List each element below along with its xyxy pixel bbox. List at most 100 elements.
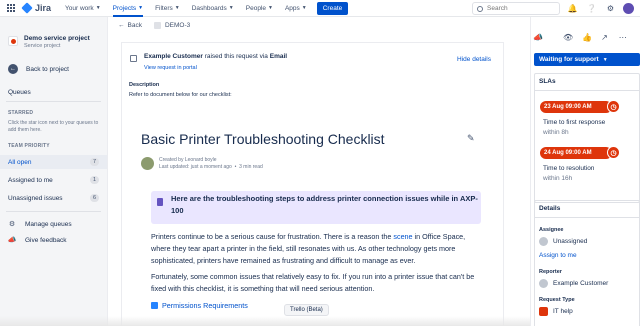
- hide-details-link[interactable]: Hide details: [457, 56, 491, 63]
- divider: [535, 90, 639, 91]
- notifications-icon[interactable]: 🔔: [566, 2, 579, 15]
- share-icon[interactable]: ↗: [601, 33, 608, 42]
- nav-people[interactable]: People ▼: [246, 0, 273, 17]
- created-by: Created by Leonard boyle: [159, 157, 217, 163]
- queue-unassigned-issues[interactable]: Unassigned issues 6: [0, 191, 107, 205]
- reporter-field[interactable]: Example Customer: [539, 279, 608, 288]
- megaphone-icon: 📣: [7, 237, 17, 244]
- queue-count: 7: [89, 158, 99, 166]
- note-text: Here are the troubleshooting steps to ad…: [171, 194, 478, 215]
- channel-name: Email: [269, 53, 288, 60]
- arrow-left-icon[interactable]: ←: [118, 22, 125, 29]
- nav-label: Projects: [112, 4, 137, 12]
- top-navigation: Jira Your work ▼ Projects ▼ Filters ▼ Dashb…: [0, 0, 640, 17]
- queue-all-open[interactable]: All open 7: [0, 155, 107, 169]
- megaphone-icon[interactable]: 📣: [533, 33, 543, 42]
- back-label: Back to project: [26, 65, 69, 73]
- help-icon[interactable]: ❔: [585, 2, 598, 15]
- breadcrumb: ← Back DEMO-3: [118, 22, 190, 29]
- logo-text: Jira: [35, 3, 52, 13]
- nav-label: Apps: [284, 4, 300, 12]
- issue-main-panel: Example Customer raised this request via…: [121, 42, 504, 326]
- paragraph-1: Printers continue to be a serious cause …: [151, 231, 483, 267]
- paragraph-2: Fortunately, some common issues that rel…: [151, 272, 475, 293]
- view-in-portal-link[interactable]: View request in portal: [144, 65, 287, 71]
- reporter-label: Reporter: [539, 269, 562, 275]
- para-text: Printers continue to be a serious cause …: [151, 232, 394, 241]
- request-summary: Example Customer raised this request via…: [144, 53, 287, 60]
- permissions-requirements-link[interactable]: Permissions Requirements: [151, 301, 248, 310]
- starred-heading: STARRED: [8, 110, 34, 116]
- request-type-value: IT help: [553, 308, 573, 315]
- nav-label: People: [245, 4, 266, 12]
- chevron-down-icon: ▼: [268, 5, 273, 11]
- status-button[interactable]: Waiting for support ▼: [534, 53, 640, 66]
- queue-assigned-to-me[interactable]: Assigned to me 1: [0, 173, 107, 187]
- page-icon: [151, 302, 158, 309]
- give-feedback-link[interactable]: 📣 Give feedback: [7, 236, 107, 245]
- raised-text: raised this request via: [202, 53, 270, 60]
- app-switcher-icon[interactable]: [7, 3, 16, 13]
- search-icon: [477, 5, 483, 12]
- back-link[interactable]: Back: [128, 22, 142, 29]
- sla-badge: 23 Aug 09:00 AM ◷: [540, 100, 620, 113]
- sla-within: within 8h: [543, 129, 569, 136]
- sla-name: Time to first response: [543, 119, 606, 126]
- updated-line: Last updated: just a moment ago • 3 min …: [159, 164, 263, 170]
- queue-label: Unassigned issues: [8, 194, 63, 202]
- create-button[interactable]: Create: [316, 1, 349, 15]
- assign-to-me-link[interactable]: Assign to me: [539, 252, 577, 259]
- avatar[interactable]: [623, 3, 634, 14]
- chevron-down-icon: ▼: [138, 5, 144, 11]
- document-byline: Created by Leonard boyle Last updated: j…: [141, 157, 263, 171]
- jira-logo[interactable]: Jira: [21, 2, 52, 14]
- chevron-down-icon: ▼: [174, 5, 180, 11]
- avatar: [539, 279, 548, 288]
- queue-label: Assigned to me: [8, 176, 53, 184]
- assignee-value: Unassigned: [553, 238, 588, 245]
- details-box: Details Assignee Unassigned Assign to me…: [534, 200, 640, 326]
- customer-name: Example Customer: [144, 53, 203, 60]
- watch-eye-icon[interactable]: 👁: [563, 33, 573, 42]
- jira-logo-icon: [21, 2, 33, 14]
- top-icons: 🔔 ❔ ⚙: [566, 2, 634, 15]
- avatar: [539, 237, 548, 246]
- search-box[interactable]: [472, 2, 560, 15]
- back-to-project-link[interactable]: ← Back to project: [8, 64, 107, 74]
- reporter-value: Example Customer: [553, 280, 609, 287]
- settings-icon[interactable]: ⚙: [604, 2, 617, 15]
- nav-projects[interactable]: Projects ▼: [112, 0, 144, 17]
- scene-link[interactable]: scene: [393, 232, 412, 241]
- arrow-left-icon: ←: [8, 64, 18, 74]
- search-input[interactable]: [487, 5, 557, 12]
- more-icon[interactable]: ⋯: [619, 33, 627, 42]
- starred-note: Click the star icon next to your queues …: [8, 120, 99, 133]
- queue-count: 6: [89, 194, 99, 202]
- like-icon[interactable]: 👍: [582, 33, 592, 42]
- manage-queues-label: Manage queues: [25, 220, 72, 228]
- details-heading: Details: [539, 205, 561, 212]
- nav-your-work[interactable]: Your work ▼: [65, 0, 101, 17]
- nav-dashboards[interactable]: Dashboards ▼: [192, 0, 234, 17]
- request-type-field[interactable]: IT help: [539, 307, 573, 316]
- description-label: Description: [129, 82, 160, 88]
- author-avatar: [141, 157, 154, 170]
- queues-title: Queues: [8, 89, 31, 96]
- nav-apps[interactable]: Apps ▼: [285, 0, 307, 17]
- chevron-down-icon: ▼: [95, 5, 101, 11]
- request-type-label: Request Type: [539, 297, 575, 303]
- note-icon: [157, 198, 163, 206]
- nav-filters[interactable]: Filters ▼: [155, 0, 180, 17]
- assignee-field[interactable]: Unassigned: [539, 237, 587, 246]
- manage-queues-link[interactable]: ⚙ Manage queues: [8, 220, 107, 229]
- description-text: Refer to document below for our checklis…: [129, 92, 232, 98]
- pencil-icon[interactable]: ✎: [467, 133, 475, 144]
- mail-icon: [130, 55, 137, 62]
- divider: [6, 211, 101, 212]
- project-name: Demo service project: [24, 35, 90, 42]
- issue-key-link[interactable]: DEMO-3: [165, 22, 190, 29]
- document-title: Basic Printer Troubleshooting Checklist: [141, 131, 385, 147]
- project-header[interactable]: Demo service project Service project: [0, 17, 107, 50]
- last-updated: Last updated: just a moment ago: [159, 164, 232, 170]
- clock-icon: ◷: [607, 100, 620, 113]
